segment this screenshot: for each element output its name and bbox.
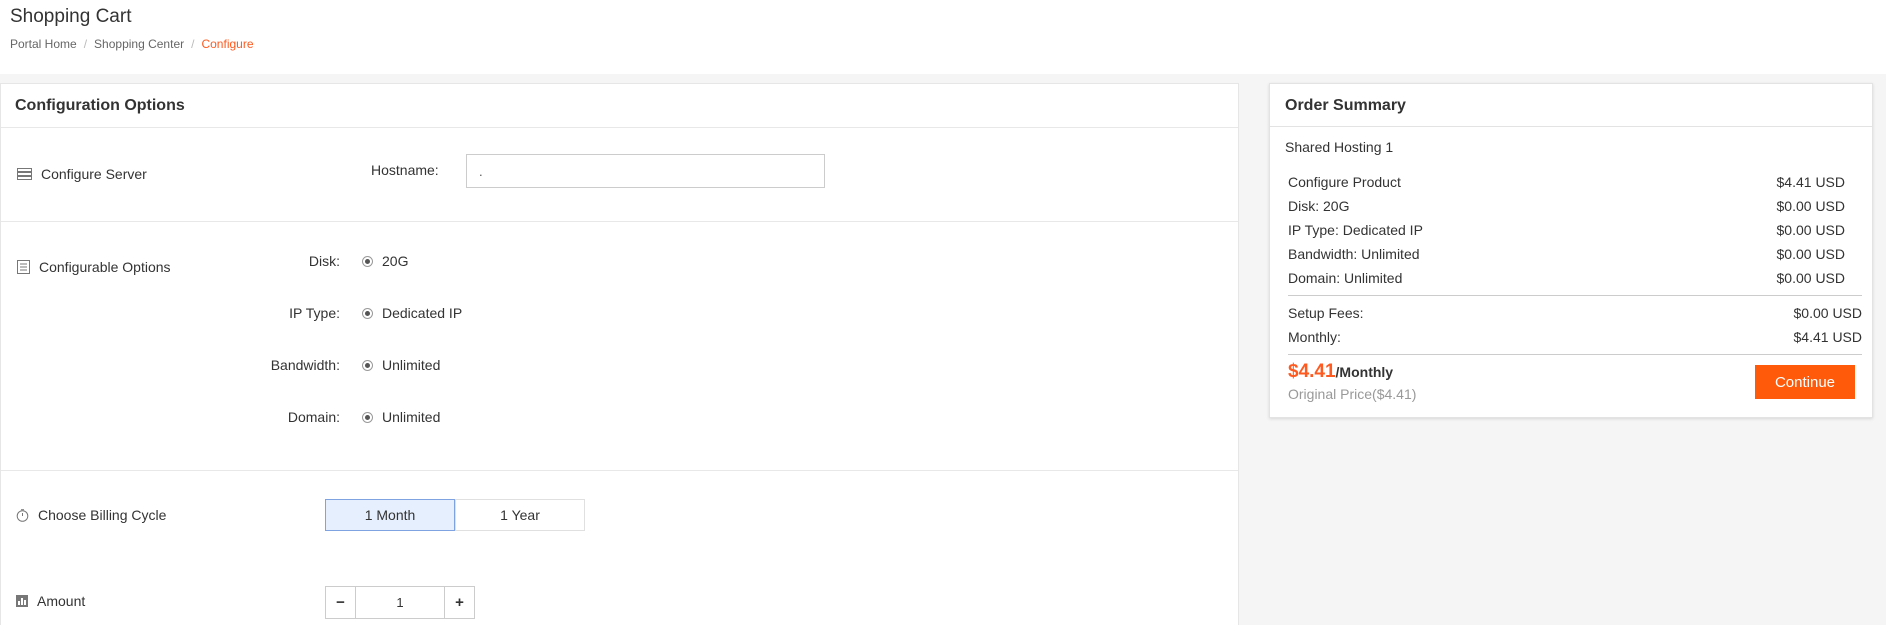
billing-cycle-text: Choose Billing Cycle (38, 507, 167, 523)
setup-fees-label: Setup Fees: (1288, 305, 1364, 321)
order-summary-heading: Order Summary (1270, 84, 1872, 127)
monthly-label: Monthly: (1288, 329, 1341, 345)
radio-icon[interactable] (362, 307, 373, 319)
amount-input[interactable] (356, 587, 444, 618)
summary-fee-row: Monthly: $4.41 USD (1288, 325, 1862, 349)
configuration-heading: Configuration Options (1, 84, 1238, 128)
radio-icon[interactable] (362, 359, 373, 371)
summary-divider (1288, 354, 1862, 355)
summary-divider (1288, 295, 1862, 296)
ip-type-option-dedicated[interactable]: Dedicated IP (362, 305, 462, 321)
summary-line-items: Configure Product $4.41 USD Disk: 20G $0… (1288, 170, 1862, 360)
breadcrumb-separator: / (191, 37, 195, 51)
summary-row: Disk: 20G $0.00 USD (1288, 194, 1862, 218)
summary-row: IP Type: Dedicated IP $0.00 USD (1288, 218, 1862, 242)
radio-icon[interactable] (362, 411, 373, 423)
clock-icon (16, 508, 29, 522)
bandwidth-option-unlimited[interactable]: Unlimited (362, 357, 440, 373)
server-icon (17, 168, 32, 180)
total-period: /Monthly (1335, 364, 1394, 380)
configurable-options-label: Configurable Options (17, 259, 171, 275)
breadcrumb-shopping-center-link[interactable]: Shopping Center (94, 37, 184, 51)
summary-row: Configure Product $4.41 USD (1288, 170, 1862, 194)
radio-icon[interactable] (362, 255, 373, 267)
list-icon (17, 260, 30, 274)
breadcrumb: Portal Home / Shopping Center / Configur… (10, 37, 254, 51)
bandwidth-option-label: Unlimited (382, 357, 441, 373)
monthly-price: $4.41 USD (1793, 329, 1862, 345)
original-price: Original Price($4.41) (1288, 386, 1417, 402)
billing-cycle-1-month-button[interactable]: 1 Month (325, 499, 455, 531)
hostname-input[interactable] (466, 154, 825, 188)
summary-item-label: Configure Product (1288, 174, 1401, 190)
breadcrumb-separator: / (83, 37, 88, 51)
page-title: Shopping Cart (10, 6, 132, 27)
billing-cycle-1-year-button[interactable]: 1 Year (455, 499, 585, 531)
summary-item-price: $0.00 USD (1776, 270, 1845, 286)
configurable-options-section: Configurable Options Disk: 20G IP Type: … (1, 222, 1238, 471)
domain-option-label: Unlimited (382, 409, 441, 425)
ip-type-option-label: Dedicated IP (382, 305, 463, 321)
page-header: Shopping Cart Portal Home / Shopping Cen… (0, 0, 1886, 74)
total-amount: $4.41 (1288, 361, 1336, 382)
domain-option-unlimited[interactable]: Unlimited (362, 409, 440, 425)
configure-server-text: Configure Server (41, 166, 147, 182)
domain-label: Domain: (287, 409, 340, 425)
breadcrumb-current: Configure (201, 37, 254, 51)
summary-fee-row: Setup Fees: $0.00 USD (1288, 301, 1862, 325)
total-block: $4.41 /Monthly Original Price($4.41) (1288, 361, 1416, 402)
amount-increase-button[interactable]: + (444, 587, 474, 618)
setup-fees-price: $0.00 USD (1793, 305, 1862, 321)
disk-option-label: 20G (382, 253, 409, 269)
summary-item-price: $0.00 USD (1776, 246, 1845, 262)
continue-button[interactable]: Continue (1755, 365, 1855, 399)
billing-cycle-label: Choose Billing Cycle (16, 507, 166, 523)
hostname-label: Hostname: (371, 162, 439, 178)
breadcrumb-home-link[interactable]: Portal Home (10, 37, 77, 51)
configure-server-section: Configure Server Hostname: (1, 128, 1238, 222)
summary-item-label: Disk: 20G (1288, 198, 1350, 214)
summary-item-label: Bandwidth: Unlimited (1288, 246, 1420, 262)
summary-row: Bandwidth: Unlimited $0.00 USD (1288, 242, 1862, 266)
summary-item-price: $4.41 USD (1776, 174, 1845, 190)
amount-text: Amount (37, 593, 86, 609)
disk-label: Disk: (308, 253, 340, 269)
summary-item-label: Domain: Unlimited (1288, 270, 1403, 286)
amount-stepper[interactable]: − + (325, 586, 475, 619)
configuration-panel: Configuration Options Configure Server H… (0, 83, 1239, 625)
amount-label: Amount (16, 593, 85, 609)
amount-decrease-button[interactable]: − (326, 587, 356, 618)
summary-row: Domain: Unlimited $0.00 USD (1288, 266, 1862, 290)
summary-item-price: $0.00 USD (1776, 198, 1845, 214)
bar-chart-icon (16, 595, 28, 607)
ip-type-label: IP Type: (289, 305, 340, 321)
product-name: Shared Hosting 1 (1285, 139, 1394, 155)
total-price: $4.41 /Monthly (1288, 361, 1416, 383)
order-summary-panel: Order Summary Shared Hosting 1 Configure… (1269, 83, 1873, 418)
configurable-options-text: Configurable Options (39, 259, 171, 275)
bandwidth-label: Bandwidth: (270, 357, 340, 373)
summary-item-label: IP Type: Dedicated IP (1288, 222, 1423, 238)
configure-server-label: Configure Server (17, 166, 147, 182)
disk-option-20g[interactable]: 20G (362, 253, 408, 269)
summary-item-price: $0.00 USD (1776, 222, 1845, 238)
